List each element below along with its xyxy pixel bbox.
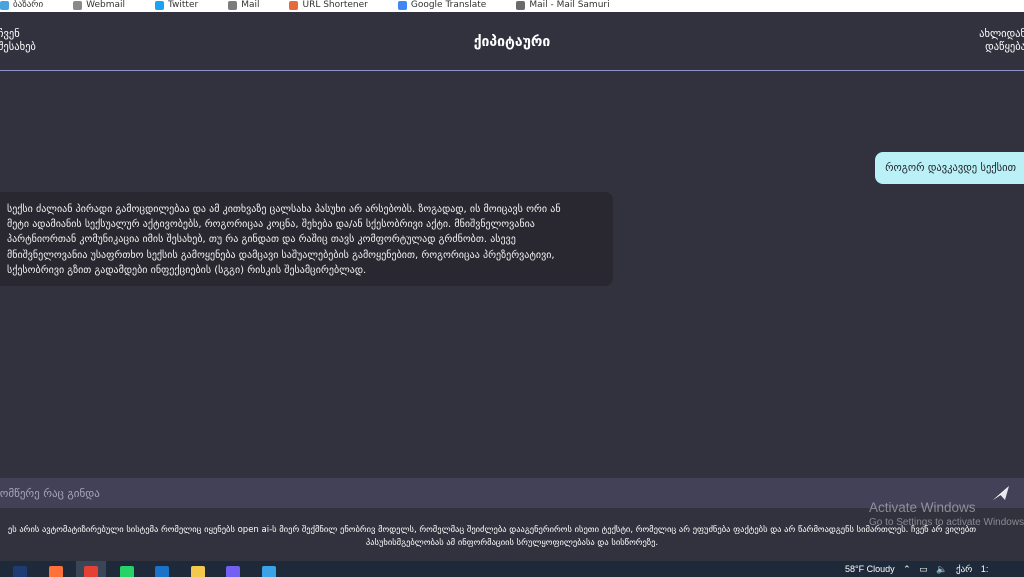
- windows-taskbar: 58°F Cloudy ⌃ ▭ 🔈 ქარ 1:: [0, 561, 1024, 577]
- bot-message-line: მეტი ადამიანის სექსუალურ აქტივობებს, როგ…: [7, 219, 535, 231]
- taskbar-app[interactable]: [218, 561, 248, 577]
- bookmark-label: ბაზარი: [13, 0, 44, 10]
- language-indicator[interactable]: ქარ: [956, 564, 972, 574]
- bot-message: სექსი ძალიან პირადი გამოცდილებაა და ამ კ…: [0, 192, 613, 286]
- bot-message-line: სექსი ძალიან პირადი გამოცდილებაა და ამ კ…: [7, 204, 561, 215]
- bookmark-item[interactable]: Twitter: [155, 1, 198, 10]
- weather-widget[interactable]: 58°F Cloudy: [845, 564, 895, 574]
- bookmark-item[interactable]: Mail: [228, 1, 259, 10]
- bookmark-favicon-icon: [397, 1, 407, 10]
- volume-icon[interactable]: 🔈: [936, 564, 947, 574]
- taskbar-app[interactable]: [254, 561, 284, 577]
- watermark-title: Activate Windows: [869, 500, 976, 515]
- user-message: როგორ დავკავდე სექსით: [875, 152, 1024, 184]
- watermark-subtitle: Go to Settings to activate Windows.: [869, 517, 1024, 528]
- activate-windows-watermark: Activate Windows Go to Settings to activ…: [869, 500, 1024, 528]
- bookmark-favicon-icon: [0, 1, 9, 10]
- restart-link-line1: ახლიდან: [979, 28, 1024, 40]
- outlook-icon: [155, 566, 169, 577]
- taskbar-app[interactable]: [112, 561, 142, 577]
- disclaimer-line1: ეს არის ავტომატიზირებული სისტემა რომელიც…: [7, 525, 977, 535]
- bookmark-favicon-icon: [73, 1, 83, 10]
- bookmark-item[interactable]: Mail - Mail Samuri: [516, 0, 610, 10]
- page-title: ქიპიტაური: [473, 34, 551, 50]
- bookmark-item[interactable]: ბაზარი: [0, 1, 43, 10]
- taskbar-app[interactable]: [147, 561, 177, 577]
- bookmark-item[interactable]: Google Translate: [397, 0, 487, 10]
- firefox-icon: [48, 566, 63, 577]
- taskbar-app[interactable]: [183, 561, 213, 577]
- system-tray[interactable]: 58°F Cloudy ⌃ ▭ 🔈 ქარ 1:: [845, 564, 994, 575]
- disclaimer-line2: პასუხისმგებლობას ამ ინფორმაციის სრულყოფი…: [365, 538, 659, 548]
- bookmark-label: URL Shortener: [302, 0, 368, 10]
- taskbar-app[interactable]: [5, 561, 35, 577]
- bookmark-label: Twitter: [168, 0, 199, 10]
- whatsapp-icon: [119, 566, 134, 577]
- bookmark-label: Mail - Mail Samuri: [529, 0, 610, 10]
- photoshop-icon: [13, 566, 27, 577]
- viber-icon: [226, 566, 240, 577]
- app-header: ჩვენ შესახებ ქიპიტაური ახლიდან დაწყება: [0, 12, 1024, 71]
- bookmark-favicon-icon: [516, 1, 526, 10]
- taskbar-app[interactable]: [76, 561, 106, 577]
- bookmark-item[interactable]: Webmail: [73, 1, 125, 10]
- bookmark-favicon-icon: [228, 1, 238, 10]
- bookmark-favicon-icon: [289, 1, 299, 10]
- chevron-up-icon[interactable]: ⌃: [903, 564, 911, 574]
- restart-link-line2: დაწყება: [985, 41, 1024, 53]
- restart-link[interactable]: ახლიდან დაწყება: [979, 28, 1024, 54]
- network-icon[interactable]: ▭: [919, 564, 928, 574]
- clock[interactable]: 1:: [981, 564, 989, 574]
- bot-message-line: სქესობრივი გზით გადამდები ინფექციების (ს…: [7, 264, 367, 276]
- bookmark-favicon-icon: [155, 1, 165, 10]
- bot-message-line: პარტნიორთან კომუნიკაცია იმის შესახებ, თუ…: [7, 234, 516, 246]
- bookmark-label: Mail: [241, 0, 260, 10]
- bot-message-line: მნიშვნელოვანია უსაფრთხო სექსის გამოყენებ…: [7, 249, 555, 261]
- bookmark-item[interactable]: URL Shortener: [289, 0, 368, 10]
- bookmark-label: Webmail: [86, 0, 126, 10]
- chat-area[interactable]: როგორ დავკავდე სექსით სექსი ძალიან პირად…: [0, 72, 1024, 476]
- chrome-icon: [84, 566, 98, 577]
- bookmarks-bar: ბაზარი Webmail Twitter Mail URL Shortener Goo…: [0, 0, 1024, 12]
- file-explorer-icon: [190, 566, 205, 577]
- taskbar-app[interactable]: [41, 561, 71, 577]
- message-input[interactable]: [0, 478, 970, 508]
- photos-icon: [261, 566, 276, 577]
- bookmark-label: Google Translate: [410, 0, 487, 10]
- send-icon[interactable]: [992, 485, 1010, 501]
